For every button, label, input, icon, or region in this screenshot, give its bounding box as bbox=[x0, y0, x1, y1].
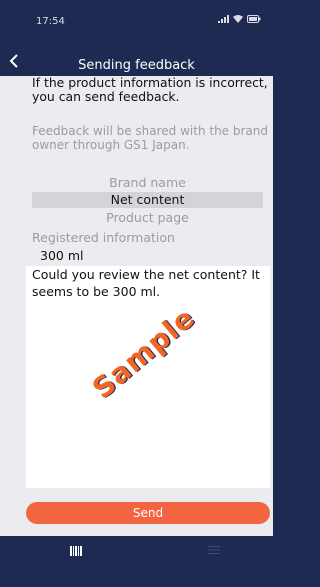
page-title: Sending feedback bbox=[78, 58, 195, 73]
tab-bar bbox=[0, 536, 273, 587]
status-bar: 17:54 bbox=[0, 0, 273, 50]
clock: 17:54 bbox=[36, 16, 65, 27]
signal-icon bbox=[218, 15, 229, 23]
battery-icon bbox=[247, 15, 261, 23]
registered-info-value: 300 ml bbox=[40, 248, 84, 263]
registered-info-label: Registered information bbox=[32, 230, 175, 245]
nav-bar: Sending feedback bbox=[0, 50, 273, 76]
message-text: Could you review the net content? It see… bbox=[32, 267, 260, 299]
menu-icon[interactable] bbox=[208, 546, 220, 554]
barcode-icon[interactable] bbox=[70, 546, 82, 556]
option-brand-name[interactable]: Brand name bbox=[32, 175, 263, 190]
note-text: Feedback will be shared with the brand o… bbox=[32, 124, 269, 152]
option-product-page[interactable]: Product page bbox=[32, 210, 263, 225]
message-textarea[interactable]: Could you review the net content? It see… bbox=[26, 266, 270, 488]
send-button[interactable]: Send bbox=[26, 502, 270, 524]
system-icons bbox=[218, 15, 261, 23]
feedback-form: If the product information is incorrect,… bbox=[0, 76, 273, 536]
intro-text: If the product information is incorrect,… bbox=[32, 75, 268, 104]
option-net-content[interactable]: Net content bbox=[32, 192, 263, 208]
wifi-icon bbox=[233, 15, 243, 23]
